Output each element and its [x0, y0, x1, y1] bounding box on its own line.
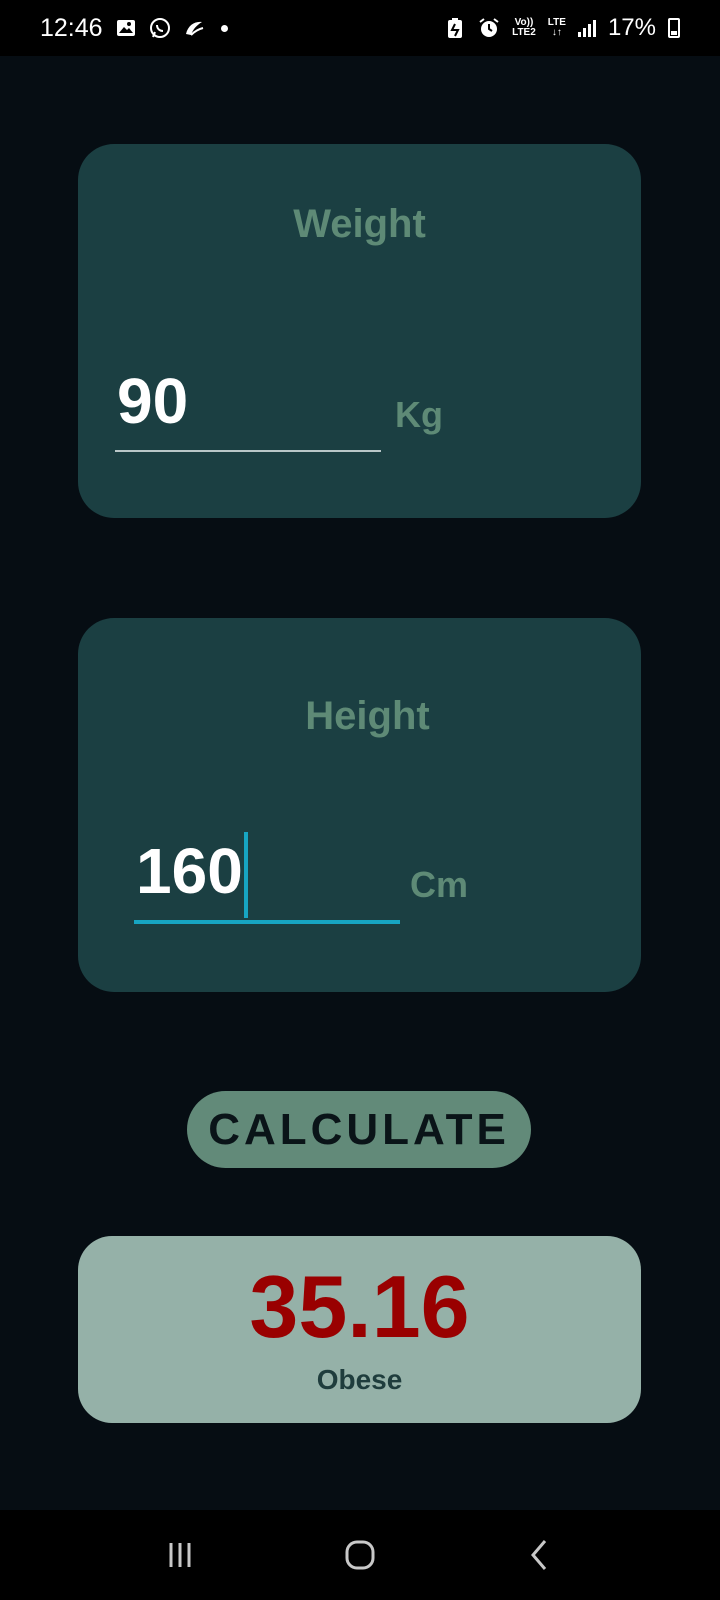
whatsapp-icon [149, 17, 171, 39]
back-button[interactable] [510, 1525, 570, 1585]
height-input-value[interactable]: 160 [136, 834, 243, 908]
bmi-result-label: Obese [316, 1364, 403, 1395]
weight-card: Weight 90 Kg [78, 144, 641, 518]
height-title: Height [305, 694, 430, 738]
signal-icon [577, 19, 596, 37]
app-icon [183, 17, 205, 39]
alarm-icon [478, 17, 500, 39]
gallery-icon [115, 17, 137, 39]
height-card: Height 160 Cm [78, 618, 641, 992]
battery-icon [668, 18, 680, 38]
volte-icon: Vo)) LTE2 [512, 18, 536, 38]
status-right: Vo)) LTE2 LTE ↓↑ 17% [444, 14, 680, 42]
weight-unit: Kg [395, 394, 443, 435]
volte-bottom-label: LTE2 [512, 27, 536, 38]
lte-icon: LTE ↓↑ [548, 18, 566, 38]
home-icon [345, 1540, 375, 1570]
battery-percent: 17% [607, 14, 656, 41]
status-bar: 12:46 Vo)) LTE2 LTE ↓↑ 17% [0, 0, 720, 56]
weight-title: Weight [293, 202, 426, 246]
recents-icon [169, 1543, 191, 1567]
lte-arrows: ↓↑ [551, 27, 562, 38]
recents-button[interactable] [150, 1525, 210, 1585]
notification-dot [220, 24, 228, 32]
navigation-bar [0, 1510, 720, 1600]
calculate-button[interactable]: CALCULATE [187, 1091, 531, 1168]
result-card: 35.16 Obese [78, 1236, 641, 1423]
battery-saver-icon [444, 17, 466, 39]
status-left: 12:46 [40, 14, 228, 43]
home-button[interactable] [330, 1525, 390, 1585]
weight-input-value[interactable]: 90 [117, 364, 188, 438]
weight-input[interactable]: 90 [115, 365, 381, 452]
height-input[interactable]: 160 [134, 828, 400, 924]
text-cursor [244, 832, 248, 918]
bmi-result-value: 35.16 [249, 1257, 470, 1356]
status-time: 12:46 [40, 13, 103, 42]
height-unit: Cm [410, 864, 469, 905]
back-icon [531, 1540, 547, 1570]
